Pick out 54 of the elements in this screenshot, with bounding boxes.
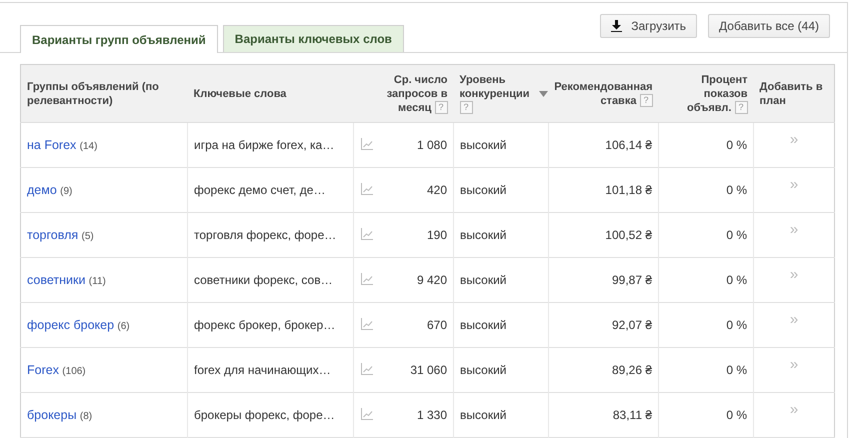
competition-cell: высокий — [460, 183, 506, 197]
bid-cell: 92,07 ₴ — [612, 318, 652, 332]
ad-group-link[interactable]: форекс брокер — [27, 318, 114, 332]
keywords-cell: брокеры форекс, форе… — [194, 408, 335, 422]
impression-share-cell: 0 % — [726, 183, 748, 197]
searches-cell: 420 — [426, 183, 448, 197]
searches-cell: 1 330 — [416, 408, 448, 422]
column-header[interactable]: Ключевые слова — [194, 86, 286, 100]
keyword-count: (14) — [80, 141, 98, 152]
keywords-cell: игра на бирже forex, ка… — [194, 138, 334, 152]
keywords-cell: форекс брокер, брокер… — [194, 318, 336, 332]
impression-share-cell: 0 % — [726, 408, 748, 422]
searches-cell: 31 060 — [410, 363, 448, 377]
keyword-count: (11) — [88, 276, 106, 287]
searches-cell: 670 — [426, 318, 448, 332]
competition-cell: высокий — [460, 318, 506, 332]
ad-group-link[interactable]: Forex — [27, 363, 59, 377]
ad-group-link[interactable]: торговля — [27, 228, 78, 242]
impression-share-cell: 0 % — [726, 273, 748, 287]
impression-share-cell: 0 % — [726, 363, 748, 377]
keyword-count: (9) — [60, 186, 72, 197]
ad-group-link[interactable]: на Forex — [27, 138, 76, 152]
bid-cell: 83,11 ₴ — [612, 408, 652, 422]
bid-cell: 101,18 ₴ — [605, 183, 652, 197]
bid-cell: 99,87 ₴ — [612, 273, 652, 287]
bid-cell: 89,26 ₴ — [612, 363, 652, 377]
ad-group-link[interactable]: брокеры — [27, 408, 77, 422]
keywords-cell: торговля форекс, форе… — [194, 228, 336, 242]
download-button[interactable]: Загрузить — [600, 14, 698, 38]
competition-cell: высокий — [460, 273, 506, 287]
bid-cell: 106,14 ₴ — [605, 138, 652, 152]
searches-cell: 1 080 — [416, 138, 448, 152]
add-all-button[interactable]: Добавить все (44) — [708, 14, 830, 38]
tab[interactable]: Варианты групп объявлений — [20, 25, 218, 53]
impression-share-cell: 0 % — [726, 138, 748, 152]
competition-cell: высокий — [460, 408, 506, 422]
keywords-cell: форекс демо счет, де… — [194, 183, 326, 197]
keywords-cell: советники форекс, сов… — [194, 273, 333, 287]
ad-group-link[interactable]: демо — [27, 183, 57, 197]
competition-cell: высокий — [460, 138, 506, 152]
keyword-count: (5) — [82, 231, 94, 242]
ad-group-link[interactable]: советники — [27, 273, 86, 287]
impression-share-cell: 0 % — [726, 318, 748, 332]
competition-cell: высокий — [460, 228, 506, 242]
keyword-count: (8) — [80, 411, 92, 422]
bid-cell: 100,52 ₴ — [605, 228, 652, 242]
keyword-count: (106) — [62, 366, 86, 377]
impression-share-cell: 0 % — [726, 228, 748, 242]
keyword-count: (6) — [117, 321, 130, 332]
competition-cell: высокий — [460, 363, 506, 377]
searches-cell: 190 — [426, 228, 448, 242]
tab[interactable]: Варианты ключевых слов — [222, 25, 404, 52]
searches-cell: 9 420 — [416, 273, 448, 287]
keywords-cell: forex для начинающих… — [194, 363, 331, 377]
